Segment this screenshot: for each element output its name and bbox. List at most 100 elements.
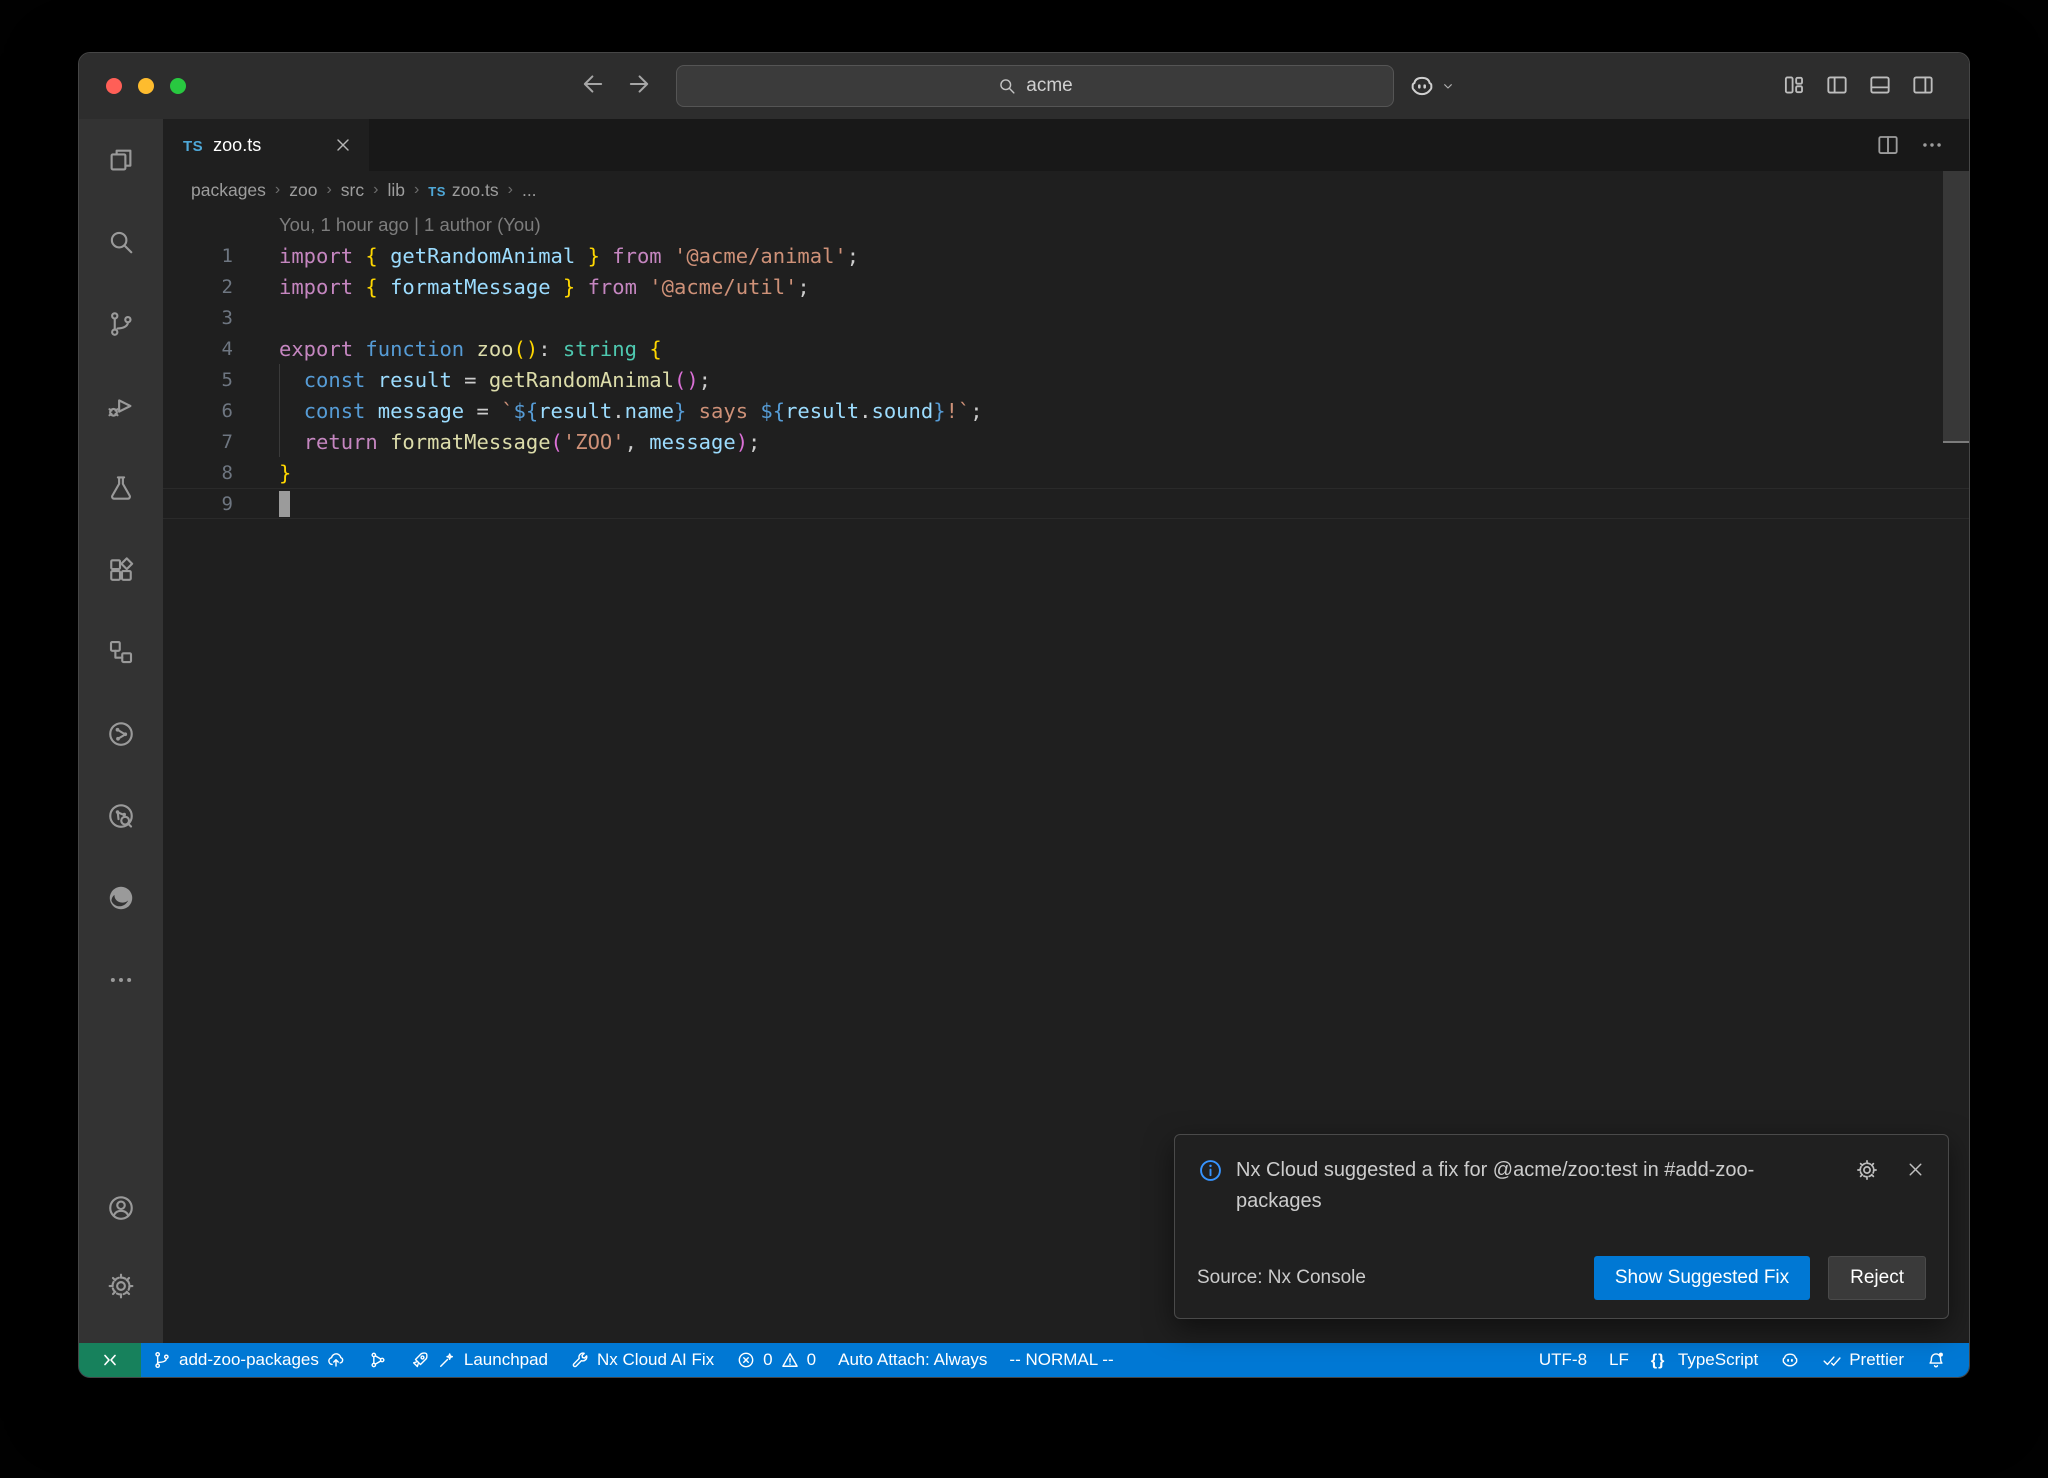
sidebar-item-more-views[interactable] [79,939,163,1021]
tab-zoo-ts[interactable]: TS zoo.ts [163,119,369,171]
editor-actions [1875,119,1969,171]
breadcrumb-separator: › [275,181,280,199]
sidebar-item-nx-console[interactable] [79,693,163,775]
extensions-icon [106,555,136,585]
code-line-8[interactable]: 8} [163,457,1969,488]
sidebar-item-hierarchy[interactable] [79,611,163,693]
code-line-4[interactable]: 4export function zoo(): string { [163,333,1969,364]
window-controls [106,78,186,94]
cloud-upload-icon [326,1350,346,1370]
notification-settings-icon[interactable] [1855,1158,1879,1182]
status-problems[interactable]: 00 [725,1343,827,1377]
sidebar-item-edge-tools[interactable] [79,857,163,939]
sidebar-item-settings[interactable] [79,1247,163,1325]
code-line-3[interactable]: 3 [163,302,1969,333]
code-line-5[interactable]: 5 const result = getRandomAnimal(); [163,364,1969,395]
status-vim-mode[interactable]: -- NORMAL -- [998,1343,1124,1377]
status-language[interactable]: {}TypeScript [1640,1343,1769,1377]
status-eol[interactable]: LF [1598,1343,1640,1377]
editor-scrollbar[interactable] [1943,171,1969,443]
split-editor-button[interactable] [1875,132,1901,158]
line-number: 9 [163,493,233,515]
sidebar-item-extensions[interactable] [79,529,163,611]
nx-console-icon [106,719,136,749]
code-line-9[interactable]: 9 [163,488,1969,519]
layout-sidebar-right-button[interactable] [1910,72,1936,98]
git-blame-annotation: You, 1 hour ago | 1 author (You) [163,209,1969,240]
breadcrumb-separator: › [373,181,378,199]
customize-layout-button[interactable] [1781,72,1807,98]
tab-label: zoo.ts [213,135,261,156]
nx-cloud-icon [106,801,136,831]
status-commit-graph[interactable] [357,1343,399,1377]
copilot-icon [1780,1350,1800,1370]
close-window-button[interactable] [106,78,122,94]
warning-icon [780,1350,800,1370]
braces-icon: {} [1651,1350,1671,1370]
copilot-menu-button[interactable] [1408,72,1456,100]
back-button[interactable] [579,70,607,98]
sidebar-item-accounts[interactable] [79,1169,163,1247]
rocket-icon [410,1350,430,1370]
tab-bar: TS zoo.ts [163,119,1969,171]
minimize-window-button[interactable] [138,78,154,94]
command-center[interactable]: acme [676,65,1394,107]
status-auto-attach[interactable]: Auto Attach: Always [827,1343,998,1377]
sidebar-item-search[interactable] [79,201,163,283]
breadcrumb-item-lib[interactable]: lib [387,180,405,201]
notification-close-icon[interactable] [1905,1159,1926,1180]
notification-source: Source: Nx Console [1197,1267,1366,1289]
activity-bar-top [79,119,163,1021]
chevron-down-icon [1440,78,1456,94]
typescript-file-icon: TS [183,135,203,156]
code-line-2[interactable]: 2import { formatMessage } from '@acme/ut… [163,271,1969,302]
remote-indicator[interactable] [79,1343,141,1377]
zoom-window-button[interactable] [170,78,186,94]
ellipsis-button[interactable] [1919,132,1945,158]
reject-button[interactable]: Reject [1828,1256,1926,1300]
wrench-icon [570,1350,590,1370]
graph-icon [368,1350,388,1370]
line-number: 8 [163,462,233,484]
close-tab-icon[interactable] [333,135,353,155]
layout-sidebar-left-button[interactable] [1824,72,1850,98]
sidebar-item-source-control[interactable] [79,283,163,365]
status-notifications[interactable] [1915,1343,1957,1377]
source-control-icon [106,309,136,339]
layout-panel-button[interactable] [1867,72,1893,98]
breadcrumb-item-zoo-ts[interactable]: TSzoo.ts [428,180,498,201]
code-line-6[interactable]: 6 const message = `${result.name} says $… [163,395,1969,426]
status-bar-left: add-zoo-packages LaunchpadNx Cloud AI Fix… [141,1343,1125,1377]
breadcrumb-item-packages[interactable]: packages [191,180,266,201]
code-line-1[interactable]: 1import { getRandomAnimal } from '@acme/… [163,240,1969,271]
status-branch[interactable]: add-zoo-packages [141,1343,357,1377]
line-number: 2 [163,276,233,298]
breadcrumb: packages›zoo›src›lib›TSzoo.ts›... [163,171,1969,209]
search-icon [997,76,1017,96]
forward-button[interactable] [625,70,653,98]
nav-arrows [579,70,653,98]
sidebar-item-testing[interactable] [79,447,163,529]
breadcrumb-separator: › [414,181,419,199]
breadcrumb-item-zoo[interactable]: zoo [289,180,317,201]
double-check-icon [1822,1350,1842,1370]
sidebar-item-run-debug[interactable] [79,365,163,447]
search-icon [106,227,136,257]
notification-toast: Nx Cloud suggested a fix for @acme/zoo:t… [1174,1134,1949,1319]
sidebar-item-explorer[interactable] [79,119,163,201]
breadcrumb-item-src[interactable]: src [341,180,364,201]
status-launchpad[interactable]: Launchpad [399,1343,559,1377]
status-copilot[interactable] [1769,1343,1811,1377]
sidebar-item-nx-cloud[interactable] [79,775,163,857]
wand-icon [437,1350,457,1370]
breadcrumb-item--[interactable]: ... [522,180,537,201]
code-line-7[interactable]: 7 return formatMessage('ZOO', message); [163,426,1969,457]
status-encoding[interactable]: UTF-8 [1528,1343,1598,1377]
status-nx-cloud-ai-fix[interactable]: Nx Cloud AI Fix [559,1343,725,1377]
line-number: 5 [163,369,233,391]
ts-icon: TS [428,180,446,201]
show-suggested-fix-button[interactable]: Show Suggested Fix [1594,1256,1810,1300]
status-prettier[interactable]: Prettier [1811,1343,1915,1377]
notification-message: Nx Cloud suggested a fix for @acme/zoo:t… [1236,1155,1811,1217]
status-bar: add-zoo-packages LaunchpadNx Cloud AI Fix… [79,1343,1969,1377]
